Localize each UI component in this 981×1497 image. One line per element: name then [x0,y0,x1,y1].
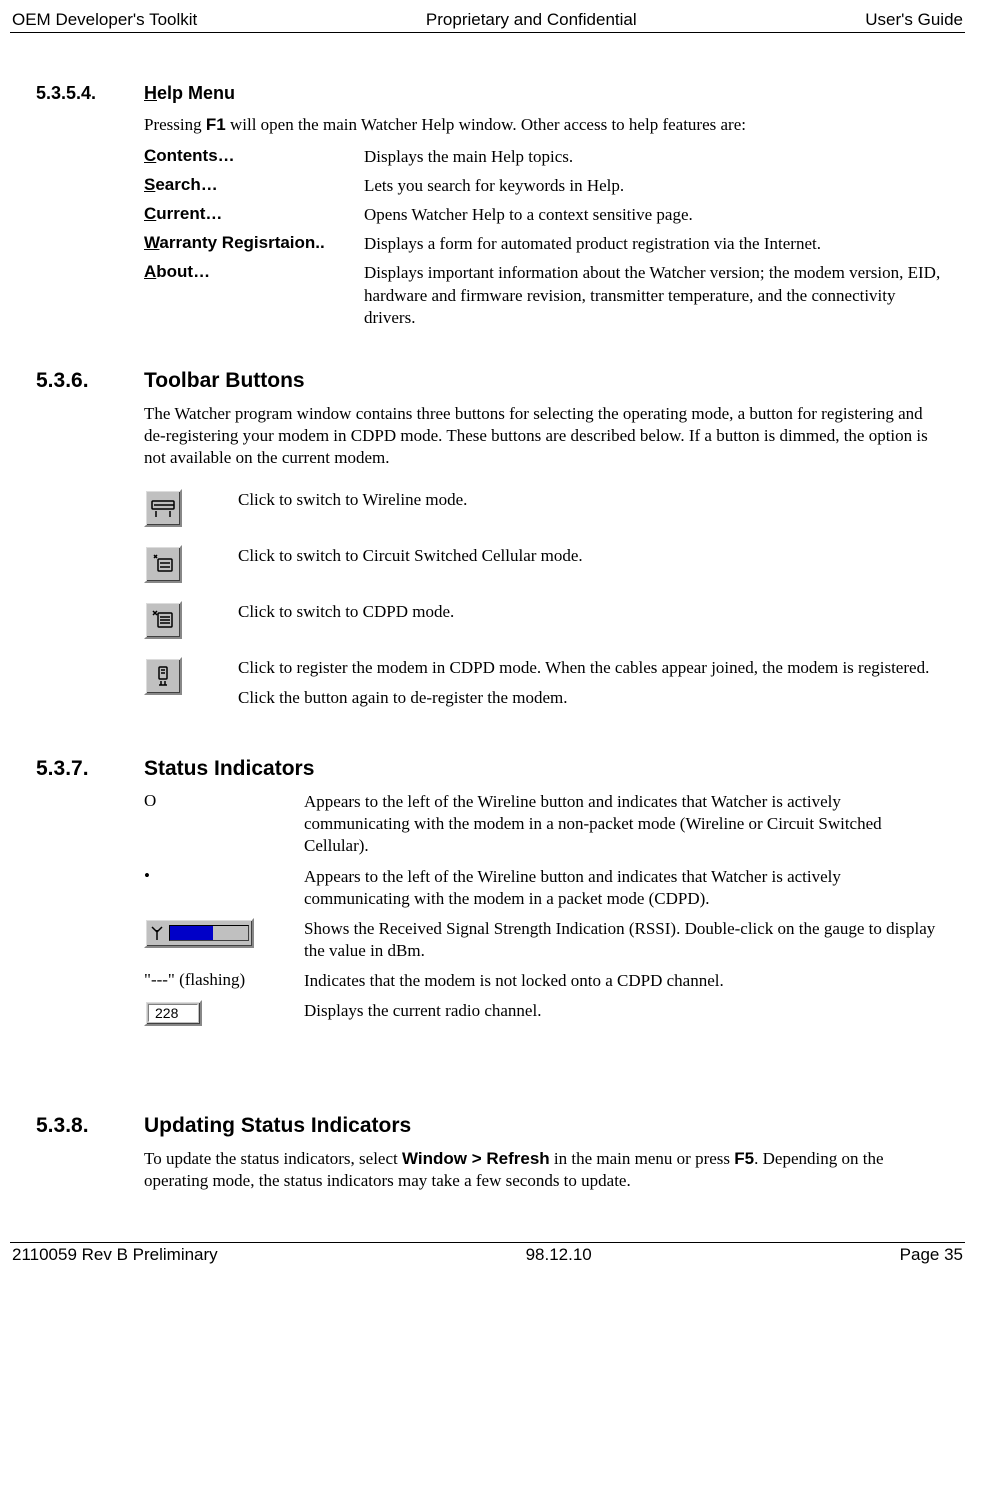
status-desc: Displays the current radio channel. [304,1000,945,1022]
help-intro: Pressing F1 will open the main Watcher H… [144,114,945,136]
header-left: OEM Developer's Toolkit [12,10,197,30]
circuit-button-icon [144,545,182,583]
toolbar-row: Click to register the modem in CDPD mode… [144,657,945,717]
cdpd-button-icon [144,601,182,639]
status-term: 228 [144,1000,304,1026]
help-menu-term: Warranty Regisrtaion.. [144,233,364,255]
register-button-icon [144,657,182,695]
footer-left: 2110059 Rev B Preliminary [12,1245,218,1265]
section-5-3-8-heading: 5.3.8. Updating Status Indicators [36,1114,945,1138]
status-row: 228 Displays the current radio channel. [144,1000,945,1026]
section-5-3-6-heading: 5.3.6. Toolbar Buttons [36,369,945,393]
help-menu-row: About…Displays important information abo… [144,262,945,328]
section-number: 5.3.8. [36,1114,144,1138]
help-menu-term: Current… [144,204,364,226]
section-title: Updating Status Indicators [144,1114,411,1138]
section-number: 5.3.6. [36,369,144,393]
section-title: Toolbar Buttons [144,369,305,393]
help-menu-row: Warranty Regisrtaion..Displays a form fo… [144,233,945,255]
footer-right: Page 35 [900,1245,963,1265]
toolbar-desc: Click to switch to Wireline mode. [238,489,945,519]
antenna-icon [149,925,165,941]
help-menu-term: Search… [144,175,364,197]
toolbar-intro: The Watcher program window contains thre… [144,403,945,469]
help-menu-desc: Opens Watcher Help to a context sensitiv… [364,204,945,226]
header-right: User's Guide [865,10,963,30]
section-title: Status Indicators [144,757,314,781]
section-title: Help Menu [144,83,235,104]
toolbar-row: Click to switch to Wireline mode. [144,489,945,527]
status-desc: Indicates that the modem is not locked o… [304,970,945,992]
page-content: 5.3.5.4. Help Menu Pressing F1 will open… [10,33,965,1242]
section-5-3-6-body: The Watcher program window contains thre… [144,403,945,717]
status-term: "---" (flashing) [144,970,304,990]
section-5-3-8-body: To update the status indicators, select … [144,1148,945,1192]
footer-center: 98.12.10 [526,1245,592,1265]
section-5-3-5-4-heading: 5.3.5.4. Help Menu [36,83,945,104]
section-5-3-5-4-body: Pressing F1 will open the main Watcher H… [144,114,945,329]
channel-display-icon: 228 [144,1000,202,1026]
status-desc: Appears to the left of the Wireline butt… [304,791,945,857]
help-menu-desc: Displays important information about the… [364,262,945,328]
section-5-3-7-heading: 5.3.7. Status Indicators [36,757,945,781]
status-desc: Appears to the left of the Wireline butt… [304,866,945,910]
status-row: OAppears to the left of the Wireline but… [144,791,945,857]
toolbar-row: Click to switch to Circuit Switched Cell… [144,545,945,583]
help-menu-row: Contents…Displays the main Help topics. [144,146,945,168]
status-row: "---" (flashing)Indicates that the modem… [144,970,945,992]
wireline-button-icon [144,489,182,527]
status-term: • [144,866,304,886]
status-term: O [144,791,304,811]
status-row: •Appears to the left of the Wireline but… [144,866,945,910]
section-5-3-7-body: OAppears to the left of the Wireline but… [144,791,945,1026]
page-footer: 2110059 Rev B Preliminary 98.12.10 Page … [10,1245,965,1265]
section-number: 5.3.5.4. [36,83,144,104]
toolbar-row: Click to switch to CDPD mode. [144,601,945,639]
rssi-gauge-icon [144,918,254,948]
help-menu-desc: Displays the main Help topics. [364,146,945,168]
help-menu-row: Search…Lets you search for keywords in H… [144,175,945,197]
rssi-bar [169,925,249,941]
status-desc: Shows the Received Signal Strength Indic… [304,918,945,962]
status-term [144,918,304,948]
updating-para: To update the status indicators, select … [144,1148,945,1192]
page-header: OEM Developer's Toolkit Proprietary and … [10,10,965,30]
help-menu-desc: Lets you search for keywords in Help. [364,175,945,197]
toolbar-desc: Click to switch to Circuit Switched Cell… [238,545,945,575]
help-menu-row: Current…Opens Watcher Help to a context … [144,204,945,226]
status-row: Shows the Received Signal Strength Indic… [144,918,945,962]
channel-value: 228 [148,1004,198,1022]
help-menu-desc: Displays a form for automated product re… [364,233,945,255]
help-menu-term: About… [144,262,364,328]
toolbar-desc: Click to register the modem in CDPD mode… [238,657,945,717]
header-center: Proprietary and Confidential [426,10,637,30]
section-number: 5.3.7. [36,757,144,781]
toolbar-desc: Click to switch to CDPD mode. [238,601,945,631]
help-menu-term: Contents… [144,146,364,168]
footer-rule [10,1242,965,1243]
